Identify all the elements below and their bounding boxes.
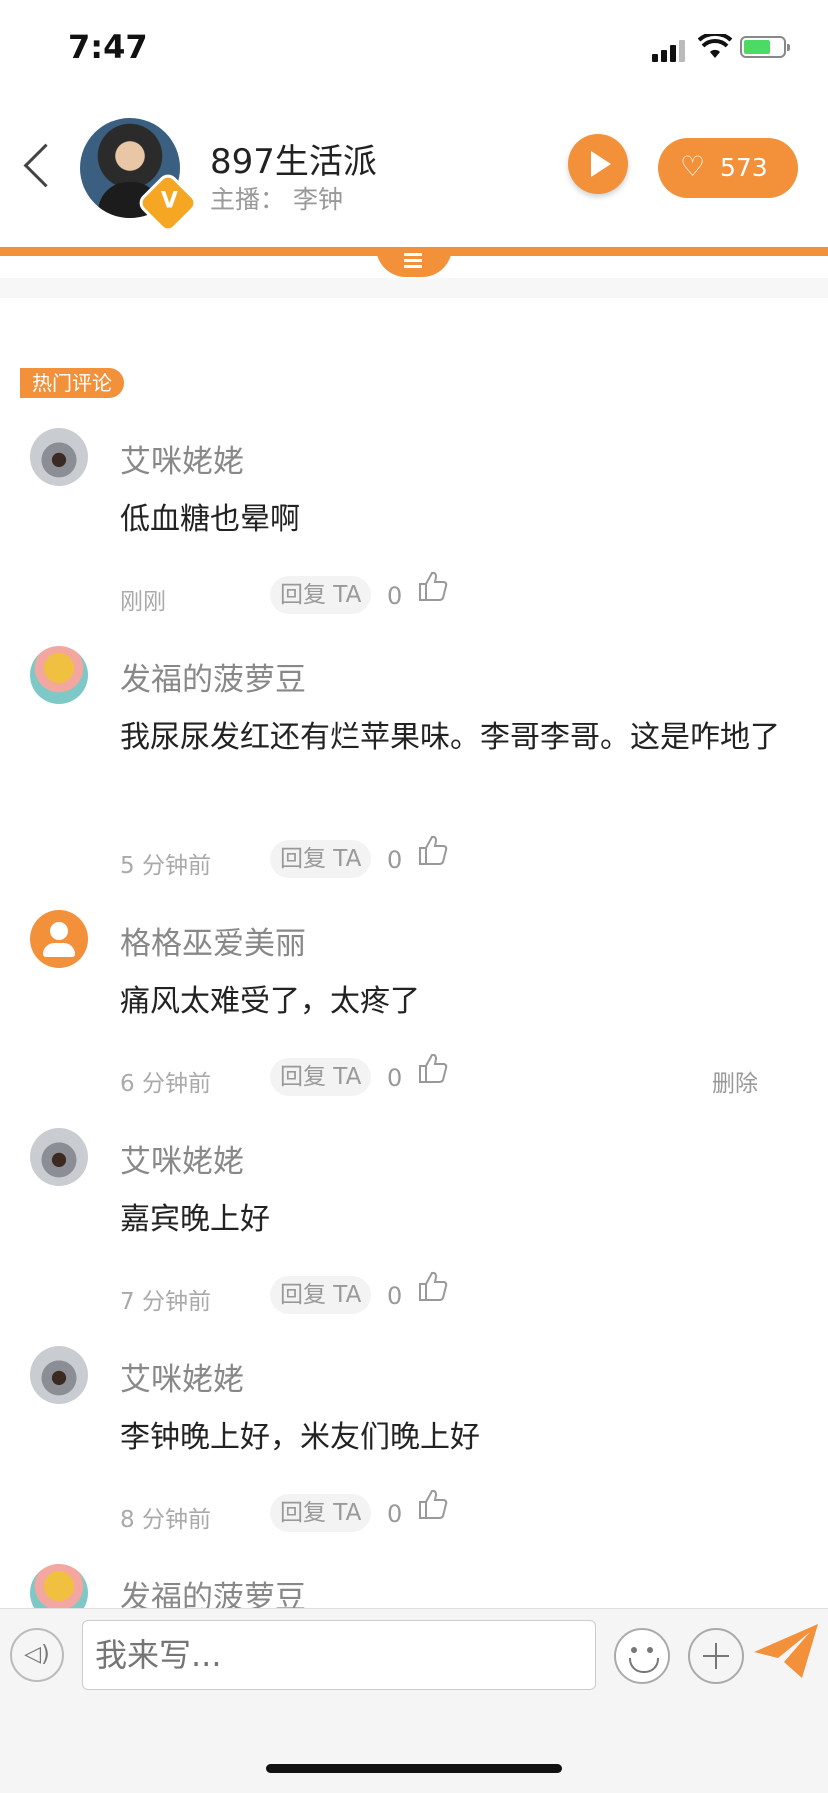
heart-icon: ♡ [680, 150, 706, 183]
thumbs-up-icon[interactable] [418, 834, 448, 870]
station-title: 897生活派 [210, 142, 377, 182]
comment-username[interactable]: 艾咪姥姥 [120, 436, 244, 481]
user-avatar-default-icon[interactable] [30, 910, 88, 968]
status-time: 7:47 [68, 28, 148, 66]
user-avatar[interactable] [30, 1128, 88, 1186]
like-button[interactable]: ♡ 573 [658, 138, 798, 198]
section-separator [0, 278, 828, 298]
comment-meta: 7 分钟前 回复 TA 0 [0, 1271, 828, 1316]
reply-button[interactable]: 回复 TA [270, 576, 372, 614]
thumbs-up-icon[interactable] [418, 1270, 448, 1306]
expand-handle-icon[interactable] [376, 247, 452, 277]
home-indicator [266, 1764, 562, 1773]
comment-text: 低血糖也晕啊 [120, 502, 300, 537]
play-icon [591, 151, 611, 177]
voice-input-icon[interactable]: ◁) [10, 1628, 64, 1682]
comment-time: 7 分钟前 [120, 1289, 211, 1315]
emoji-icon[interactable] [614, 1628, 670, 1684]
thumbs-up-icon[interactable] [418, 1052, 448, 1088]
comment-username[interactable]: 艾咪姥姥 [120, 1136, 244, 1181]
wifi-icon [697, 31, 733, 64]
reply-button[interactable]: 回复 TA [270, 1276, 372, 1314]
comment-username[interactable]: 格格巫爱美丽 [120, 918, 306, 963]
comment-time: 刚刚 [120, 589, 166, 615]
hot-comments-tag: 热门评论 [20, 368, 124, 398]
comment-time: 5 分钟前 [120, 853, 211, 879]
comment-text: 嘉宾晚上好 [120, 1202, 270, 1237]
battery-icon [740, 36, 790, 58]
comment-meta: 5 分钟前 回复 TA 0 [0, 835, 828, 880]
user-avatar[interactable] [30, 1346, 88, 1404]
comment-like-count: 0 [387, 846, 403, 874]
comment-meta: 8 分钟前 回复 TA 0 [0, 1489, 828, 1534]
thumbs-up-icon[interactable] [418, 1488, 448, 1524]
comment-text: 我尿尿发红还有烂苹果味。李哥李哥。这是咋地了 [120, 720, 780, 755]
comment-like-count: 0 [387, 1500, 403, 1528]
comment-username[interactable]: 发福的菠萝豆 [120, 654, 306, 699]
comment-input[interactable] [82, 1620, 596, 1690]
reply-button[interactable]: 回复 TA [270, 1058, 372, 1096]
comment-like-count: 0 [387, 1282, 403, 1310]
comment-like-count: 0 [387, 1064, 403, 1092]
delete-button[interactable]: 删除 [712, 1064, 758, 1098]
comment-time: 6 分钟前 [120, 1071, 211, 1097]
comment-meta: 刚刚 回复 TA 0 [0, 571, 828, 616]
user-avatar[interactable] [30, 428, 88, 486]
like-count: 573 [720, 153, 768, 182]
add-attachment-icon[interactable] [688, 1628, 744, 1684]
play-button[interactable] [568, 134, 628, 194]
user-avatar[interactable] [30, 646, 88, 704]
comment-meta: 6 分钟前 回复 TA 0 删除 [0, 1053, 828, 1098]
thumbs-up-icon[interactable] [418, 570, 448, 606]
comment-username[interactable]: 艾咪姥姥 [120, 1354, 244, 1399]
back-button[interactable] [23, 143, 68, 188]
host-name: 主播： 李钟 [210, 185, 343, 214]
reply-button[interactable]: 回复 TA [270, 840, 372, 878]
send-icon[interactable] [752, 1622, 820, 1684]
comment-text: 李钟晚上好，米友们晚上好 [120, 1420, 480, 1455]
comment-text: 痛风太难受了，太疼了 [120, 984, 420, 1019]
comment-like-count: 0 [387, 582, 403, 610]
cellular-signal-icon [652, 38, 688, 62]
reply-button[interactable]: 回复 TA [270, 1494, 372, 1532]
comment-time: 8 分钟前 [120, 1507, 211, 1533]
